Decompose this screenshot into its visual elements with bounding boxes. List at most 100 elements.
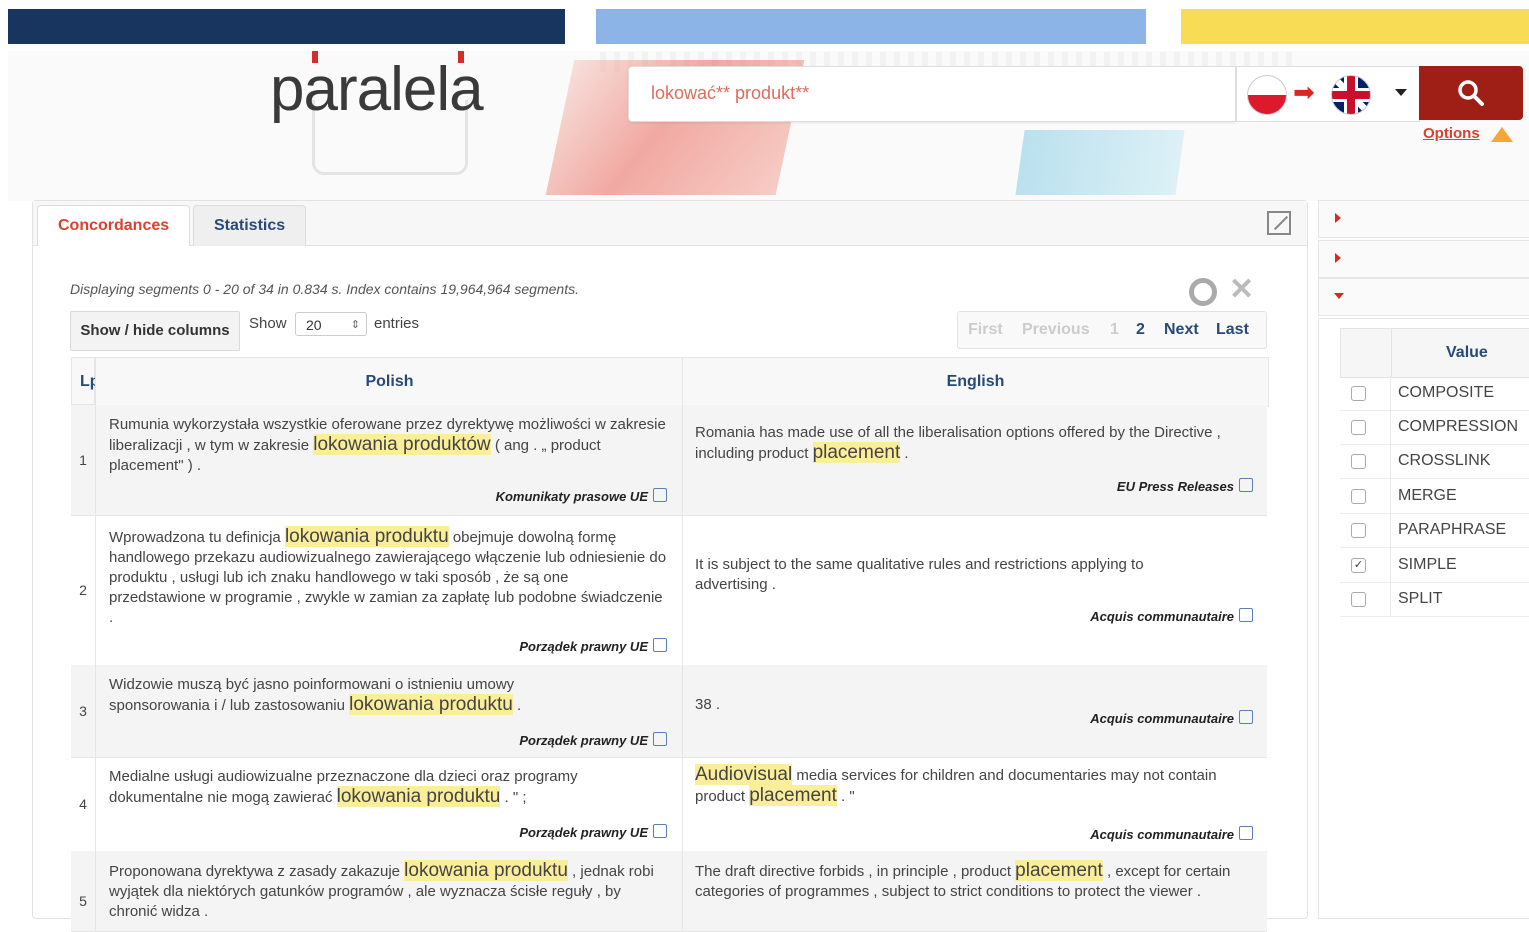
pager-previous: Previous [1022, 321, 1090, 338]
polish-segment: Widzowie muszą być jasno poinformowani o… [109, 676, 522, 715]
entries-select[interactable]: 20 ⇕ [295, 312, 367, 336]
value-row[interactable]: MERGE [1340, 479, 1529, 514]
header-decoration [1015, 130, 1185, 195]
polish-segment: Wprowadzona tu definicja lokowania produ… [109, 526, 667, 626]
chevron-down-icon[interactable] [1395, 89, 1407, 96]
top-color-bar-blue [596, 9, 1146, 44]
search-highlight: lokowania produktów [313, 434, 491, 455]
search-highlight: lokowania produktu [349, 694, 513, 715]
reload-icon[interactable] [1189, 278, 1217, 306]
pager-next[interactable]: Next [1164, 312, 1199, 348]
values-header-label[interactable]: Value [1446, 344, 1488, 362]
uk-flag-icon [1331, 75, 1371, 115]
column-header-english[interactable]: English [682, 357, 1269, 407]
entries-value: 20 [306, 317, 322, 333]
warning-icon [1491, 127, 1513, 142]
external-link-icon [653, 824, 667, 838]
top-color-bar-navy [8, 9, 565, 44]
polish-segment: Medialne usługi audiowizualne przeznaczo… [109, 768, 578, 807]
search-icon [1458, 80, 1484, 106]
triangle-down-icon [1334, 293, 1344, 299]
search-input[interactable]: lokować** produkt** [628, 66, 1236, 122]
triangle-right-icon [1335, 213, 1341, 223]
language-selector[interactable]: ➡ [1236, 66, 1420, 122]
table-row: 2 Wprowadzona tu definicja lokowania pro… [71, 515, 1267, 666]
values-header: Value [1340, 328, 1529, 378]
value-checkbox[interactable] [1351, 420, 1366, 435]
external-link-icon [1239, 710, 1253, 724]
external-link-icon [1239, 478, 1253, 492]
export-excel-icon[interactable]: ✕ [1229, 275, 1254, 305]
external-link-icon [653, 732, 667, 746]
collapsible-section[interactable] [1318, 278, 1529, 316]
value-label: SPLIT [1398, 590, 1443, 607]
source-link[interactable]: Acquis communautaire [1090, 825, 1253, 842]
collapsible-section[interactable] [1318, 200, 1529, 238]
tab-statistics[interactable]: Statistics [193, 205, 307, 246]
value-checkbox-checked[interactable]: ✓ [1351, 558, 1366, 573]
value-checkbox[interactable] [1351, 523, 1366, 538]
row-number: 1 [71, 405, 96, 515]
table-row: 4 Medialne usługi audiowizualne przeznac… [71, 757, 1267, 852]
value-label: MERGE [1398, 487, 1457, 504]
value-row[interactable]: COMPOSITE [1340, 376, 1529, 411]
pager-last[interactable]: Last [1216, 312, 1249, 348]
updown-icon: ⇕ [350, 319, 360, 331]
value-label: SIMPLE [1398, 556, 1457, 573]
search-highlight: Audiovisual [695, 764, 793, 785]
row-number: 3 [71, 665, 96, 757]
table-row: 5 Proponowana dyrektywa z zasady zakazuj… [71, 851, 1267, 932]
value-label: COMPOSITE [1398, 384, 1495, 401]
value-checkbox[interactable] [1351, 592, 1366, 607]
english-segment: Audiovisual media services for children … [695, 764, 1217, 806]
column-header-polish[interactable]: Polish [95, 357, 684, 407]
english-segment: The draft directive forbids , in princip… [695, 860, 1231, 900]
value-row[interactable]: CROSSLINK [1340, 444, 1529, 479]
row-number: 2 [71, 515, 96, 665]
value-row[interactable]: SPLIT [1340, 582, 1529, 617]
value-label: CROSSLINK [1398, 452, 1491, 469]
tab-concordances[interactable]: Concordances [37, 205, 191, 246]
pl-flag-icon [1247, 75, 1287, 115]
table-row: 3 Widzowie muszą być jasno poinformowani… [71, 665, 1267, 758]
search-button[interactable] [1419, 66, 1523, 120]
row-number: 4 [71, 757, 96, 851]
search-highlight: lokowania produktu [284, 526, 449, 547]
external-link-icon [653, 488, 667, 502]
english-segment: Romania has made use of all the liberali… [695, 424, 1221, 463]
value-row[interactable]: ✓ SIMPLE [1340, 548, 1529, 583]
column-header-lp[interactable]: Lp [71, 357, 100, 405]
source-link[interactable]: Porządek prawny UE [519, 731, 667, 748]
top-color-bar-yellow [1181, 9, 1529, 44]
pager-page-1: 1 [1110, 321, 1119, 338]
table-row: 1 Rumunia wykorzystała wszystkie oferowa… [71, 405, 1267, 516]
source-link[interactable]: Acquis communautaire [1090, 709, 1253, 726]
source-link[interactable]: Porządek prawny UE [519, 823, 667, 840]
source-link[interactable]: EU Press Releases [1117, 477, 1253, 494]
value-row[interactable]: PARAPHRASE [1340, 513, 1529, 548]
value-checkbox[interactable] [1351, 386, 1366, 401]
entries-label: entries [374, 315, 420, 332]
source-link[interactable]: Komunikaty prasowe UE [496, 487, 667, 504]
options-link[interactable]: Options [1423, 125, 1480, 142]
polish-segment: Rumunia wykorzystała wszystkie oferowane… [109, 416, 666, 474]
source-link[interactable]: Porządek prawny UE [519, 637, 667, 654]
collapsible-section[interactable] [1318, 240, 1529, 278]
value-checkbox[interactable] [1351, 454, 1366, 469]
concordance-panel: Concordances Statistics Displaying segme… [32, 200, 1308, 932]
triangle-right-icon [1335, 253, 1341, 263]
external-link-icon [653, 638, 667, 652]
expand-icon[interactable] [1267, 211, 1291, 235]
logo[interactable]: paralela [270, 54, 484, 125]
source-link[interactable]: Acquis communautaire [1090, 607, 1253, 624]
results-info: Displaying segments 0 - 20 of 34 in 0.83… [70, 281, 579, 297]
search-highlight: placement [812, 442, 901, 463]
search-highlight: lokowania produktu [336, 786, 501, 807]
search-highlight: lokowania produktu [404, 860, 568, 881]
show-hide-columns-button[interactable]: Show / hide columns [70, 311, 240, 351]
pager-page-2[interactable]: 2 [1136, 312, 1145, 348]
polish-segment: Proponowana dyrektywa z zasady zakazuje … [109, 860, 654, 920]
value-checkbox[interactable] [1351, 489, 1366, 504]
value-row[interactable]: COMPRESSION [1340, 410, 1529, 445]
search-highlight: placement [1015, 860, 1103, 881]
